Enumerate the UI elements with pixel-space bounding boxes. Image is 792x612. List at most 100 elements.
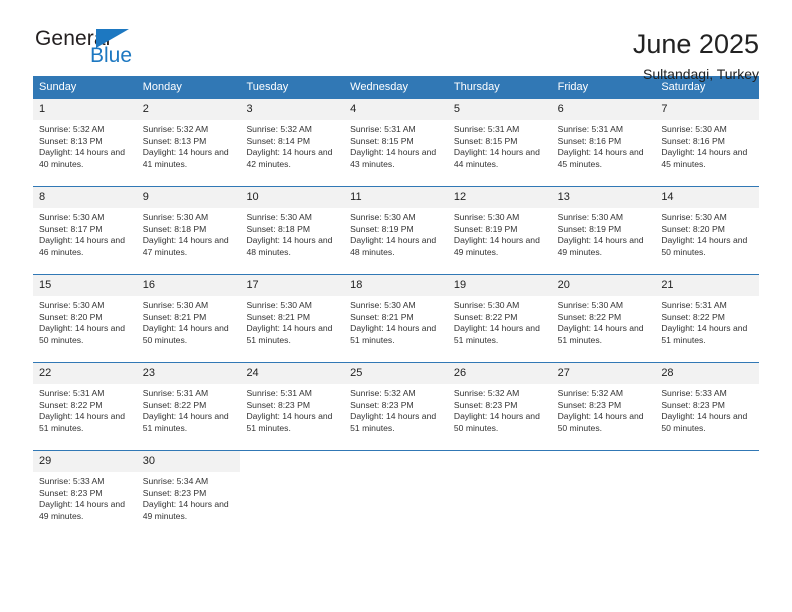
- calendar-day-cell[interactable]: 12 Sunrise: 5:30 AM Sunset: 8:19 PM Dayligh…: [447, 187, 552, 274]
- calendar-day-cell[interactable]: 26 Sunrise: 5:32 AM Sunset: 8:23 PM Dayligh…: [447, 363, 552, 450]
- day-number: 14: [655, 187, 760, 208]
- day-number: 10: [240, 187, 345, 208]
- weekday-header-sunday: Sunday: [39, 81, 77, 93]
- day-number: 30: [136, 451, 241, 472]
- sunset-text: Sunset: 8:13 PM: [39, 135, 103, 146]
- daylight-text: Daylight: 14 hours and 51 minutes.: [557, 323, 644, 345]
- calendar-day-cell[interactable]: 5 Sunrise: 5:31 AM Sunset: 8:15 PM Daylight…: [447, 99, 552, 186]
- calendar-day-cell[interactable]: 28 Sunrise: 5:33 AM Sunset: 8:23 PM Dayligh…: [655, 363, 760, 450]
- calendar-day-cell[interactable]: 2 Sunrise: 5:32 AM Sunset: 8:13 PM Daylight…: [136, 99, 241, 186]
- daylight-text: Daylight: 14 hours and 51 minutes.: [453, 323, 540, 345]
- calendar-day-cell[interactable]: 22 Sunrise: 5:31 AM Sunset: 8:22 PM Dayligh…: [33, 363, 137, 450]
- calendar-day-cell[interactable]: 27 Sunrise: 5:32 AM Sunset: 8:23 PM Dayligh…: [551, 363, 656, 450]
- sunset-text: Sunset: 8:23 PM: [350, 399, 414, 410]
- calendar-day-cell[interactable]: 25 Sunrise: 5:32 AM Sunset: 8:23 PM Dayligh…: [344, 363, 448, 450]
- sunrise-text: Sunrise: 5:30 AM: [142, 212, 209, 222]
- sunset-text: Sunset: 8:22 PM: [142, 399, 207, 410]
- daylight-text: Daylight: 14 hours and 40 minutes.: [39, 147, 125, 169]
- day-number: [552, 451, 656, 472]
- day-details: Sunrise: 5:30 AM Sunset: 8:20 PM Daylight:…: [33, 296, 137, 352]
- calendar-day-cell[interactable]: 3 Sunrise: 5:32 AM Sunset: 8:14 PM Daylight…: [240, 99, 345, 186]
- sunrise-text: Sunrise: 5:30 AM: [453, 300, 520, 310]
- calendar-week-row: 22 Sunrise: 5:31 AM Sunset: 8:22 PM Dayligh…: [33, 362, 760, 450]
- day-number: [655, 451, 759, 472]
- day-details: Sunrise: 5:31 AM Sunset: 8:22 PM Daylight:…: [655, 296, 759, 352]
- day-number: 1: [33, 99, 137, 120]
- daylight-text: Daylight: 14 hours and 43 minutes.: [350, 147, 437, 169]
- day-number: 12: [447, 187, 552, 208]
- calendar-day-cell[interactable]: 20 Sunrise: 5:30 AM Sunset: 8:22 PM Dayligh…: [551, 275, 656, 362]
- day-details: Sunrise: 5:33 AM Sunset: 8:23 PM Daylight:…: [33, 472, 137, 528]
- calendar-day-cell[interactable]: 17 Sunrise: 5:30 AM Sunset: 8:21 PM Dayligh…: [240, 275, 345, 362]
- calendar-day-cell[interactable]: 18 Sunrise: 5:30 AM Sunset: 8:21 PM Dayligh…: [344, 275, 448, 362]
- sunrise-text: Sunrise: 5:30 AM: [350, 300, 416, 310]
- day-details: Sunrise: 5:30 AM Sunset: 8:22 PM Daylight:…: [448, 296, 552, 352]
- sunrise-text: Sunrise: 5:30 AM: [39, 300, 105, 310]
- calendar-day-cell[interactable]: 30 Sunrise: 5:34 AM Sunset: 8:23 PM Dayligh…: [136, 451, 241, 538]
- calendar-day-cell[interactable]: 1 Sunrise: 5:32 AM Sunset: 8:13 PM Daylight…: [33, 99, 137, 186]
- sunset-text: Sunset: 8:21 PM: [142, 311, 207, 322]
- day-number: 17: [240, 275, 345, 296]
- calendar-day-cell[interactable]: 11 Sunrise: 5:30 AM Sunset: 8:19 PM Dayligh…: [344, 187, 448, 274]
- sunrise-text: Sunrise: 5:32 AM: [557, 388, 624, 398]
- calendar-day-cell[interactable]: 4 Sunrise: 5:31 AM Sunset: 8:15 PM Daylight…: [344, 99, 448, 186]
- calendar-day-cell[interactable]: 21 Sunrise: 5:31 AM Sunset: 8:22 PM Dayligh…: [655, 275, 760, 362]
- sunrise-text: Sunrise: 5:32 AM: [246, 124, 312, 134]
- calendar-day-cell[interactable]: 15 Sunrise: 5:30 AM Sunset: 8:20 PM Dayligh…: [33, 275, 137, 362]
- sunrise-text: Sunrise: 5:30 AM: [557, 300, 624, 310]
- calendar-day-cell[interactable]: 9 Sunrise: 5:30 AM Sunset: 8:18 PM Daylight…: [136, 187, 241, 274]
- calendar-day-cell[interactable]: 7 Sunrise: 5:30 AM Sunset: 8:16 PM Daylight…: [655, 99, 760, 186]
- sunset-text: Sunset: 8:14 PM: [246, 135, 310, 146]
- daylight-text: Daylight: 14 hours and 46 minutes.: [39, 235, 125, 257]
- daylight-text: Daylight: 14 hours and 49 minutes.: [453, 235, 540, 257]
- daylight-text: Daylight: 14 hours and 48 minutes.: [350, 235, 437, 257]
- sunset-text: Sunset: 8:16 PM: [557, 135, 622, 146]
- day-number: 18: [344, 275, 448, 296]
- calendar-week-row: 15 Sunrise: 5:30 AM Sunset: 8:20 PM Dayligh…: [33, 274, 760, 362]
- daylight-text: Daylight: 14 hours and 51 minutes.: [350, 323, 437, 345]
- daylight-text: Daylight: 14 hours and 50 minutes.: [142, 323, 229, 345]
- sunrise-text: Sunrise: 5:31 AM: [557, 124, 624, 134]
- sunrise-text: Sunrise: 5:31 AM: [39, 388, 105, 398]
- calendar-day-cell[interactable]: 6 Sunrise: 5:31 AM Sunset: 8:16 PM Daylight…: [551, 99, 656, 186]
- sunrise-text: Sunrise: 5:30 AM: [350, 212, 416, 222]
- sunrise-text: Sunrise: 5:30 AM: [661, 212, 727, 222]
- day-number: 13: [551, 187, 656, 208]
- calendar-day-cell[interactable]: 14 Sunrise: 5:30 AM Sunset: 8:20 PM Dayligh…: [655, 187, 760, 274]
- calendar-day-cell[interactable]: 29 Sunrise: 5:33 AM Sunset: 8:23 PM Dayligh…: [33, 451, 137, 538]
- daylight-text: Daylight: 14 hours and 49 minutes.: [142, 499, 229, 521]
- day-number: 16: [136, 275, 241, 296]
- daylight-text: Daylight: 14 hours and 42 minutes.: [246, 147, 333, 169]
- sunset-text: Sunset: 8:23 PM: [661, 399, 725, 410]
- sunrise-text: Sunrise: 5:30 AM: [246, 300, 312, 310]
- calendar-day-cell-empty: [655, 451, 759, 538]
- calendar-day-cell[interactable]: 13 Sunrise: 5:30 AM Sunset: 8:19 PM Dayligh…: [551, 187, 656, 274]
- day-number: [448, 451, 552, 472]
- sunrise-text: Sunrise: 5:31 AM: [350, 124, 416, 134]
- calendar-day-cell[interactable]: 16 Sunrise: 5:30 AM Sunset: 8:21 PM Dayligh…: [136, 275, 241, 362]
- calendar-day-cell[interactable]: 24 Sunrise: 5:31 AM Sunset: 8:23 PM Dayligh…: [240, 363, 345, 450]
- calendar-day-cell[interactable]: 23 Sunrise: 5:31 AM Sunset: 8:22 PM Dayligh…: [136, 363, 241, 450]
- sunset-text: Sunset: 8:21 PM: [350, 311, 414, 322]
- daylight-text: Daylight: 14 hours and 51 minutes.: [142, 411, 229, 433]
- day-number: 7: [655, 99, 760, 120]
- day-number: 27: [551, 363, 656, 384]
- day-number: 11: [344, 187, 448, 208]
- day-number: [344, 451, 448, 472]
- calendar-day-cell[interactable]: 10 Sunrise: 5:30 AM Sunset: 8:18 PM Dayligh…: [240, 187, 345, 274]
- general-blue-logo[interactable]: General Blue: [33, 28, 163, 74]
- sunset-text: Sunset: 8:22 PM: [557, 311, 622, 322]
- weekday-header-tuesday: Tuesday: [246, 81, 289, 93]
- day-details: Sunrise: 5:33 AM Sunset: 8:23 PM Daylight:…: [655, 384, 759, 440]
- day-details: Sunrise: 5:31 AM Sunset: 8:16 PM Daylight:…: [552, 120, 656, 176]
- day-details: Sunrise: 5:30 AM Sunset: 8:17 PM Daylight:…: [33, 208, 137, 264]
- day-details: Sunrise: 5:32 AM Sunset: 8:23 PM Daylight:…: [552, 384, 656, 440]
- day-number: 22: [33, 363, 137, 384]
- calendar-day-cell[interactable]: 19 Sunrise: 5:30 AM Sunset: 8:22 PM Dayligh…: [447, 275, 552, 362]
- day-details: Sunrise: 5:31 AM Sunset: 8:22 PM Daylight:…: [137, 384, 241, 440]
- sunset-text: Sunset: 8:23 PM: [557, 399, 622, 410]
- calendar-day-cell[interactable]: 8 Sunrise: 5:30 AM Sunset: 8:17 PM Daylight…: [33, 187, 137, 274]
- sunset-text: Sunset: 8:22 PM: [661, 311, 725, 322]
- sunset-text: Sunset: 8:15 PM: [453, 135, 518, 146]
- day-details: Sunrise: 5:34 AM Sunset: 8:23 PM Daylight:…: [137, 472, 241, 528]
